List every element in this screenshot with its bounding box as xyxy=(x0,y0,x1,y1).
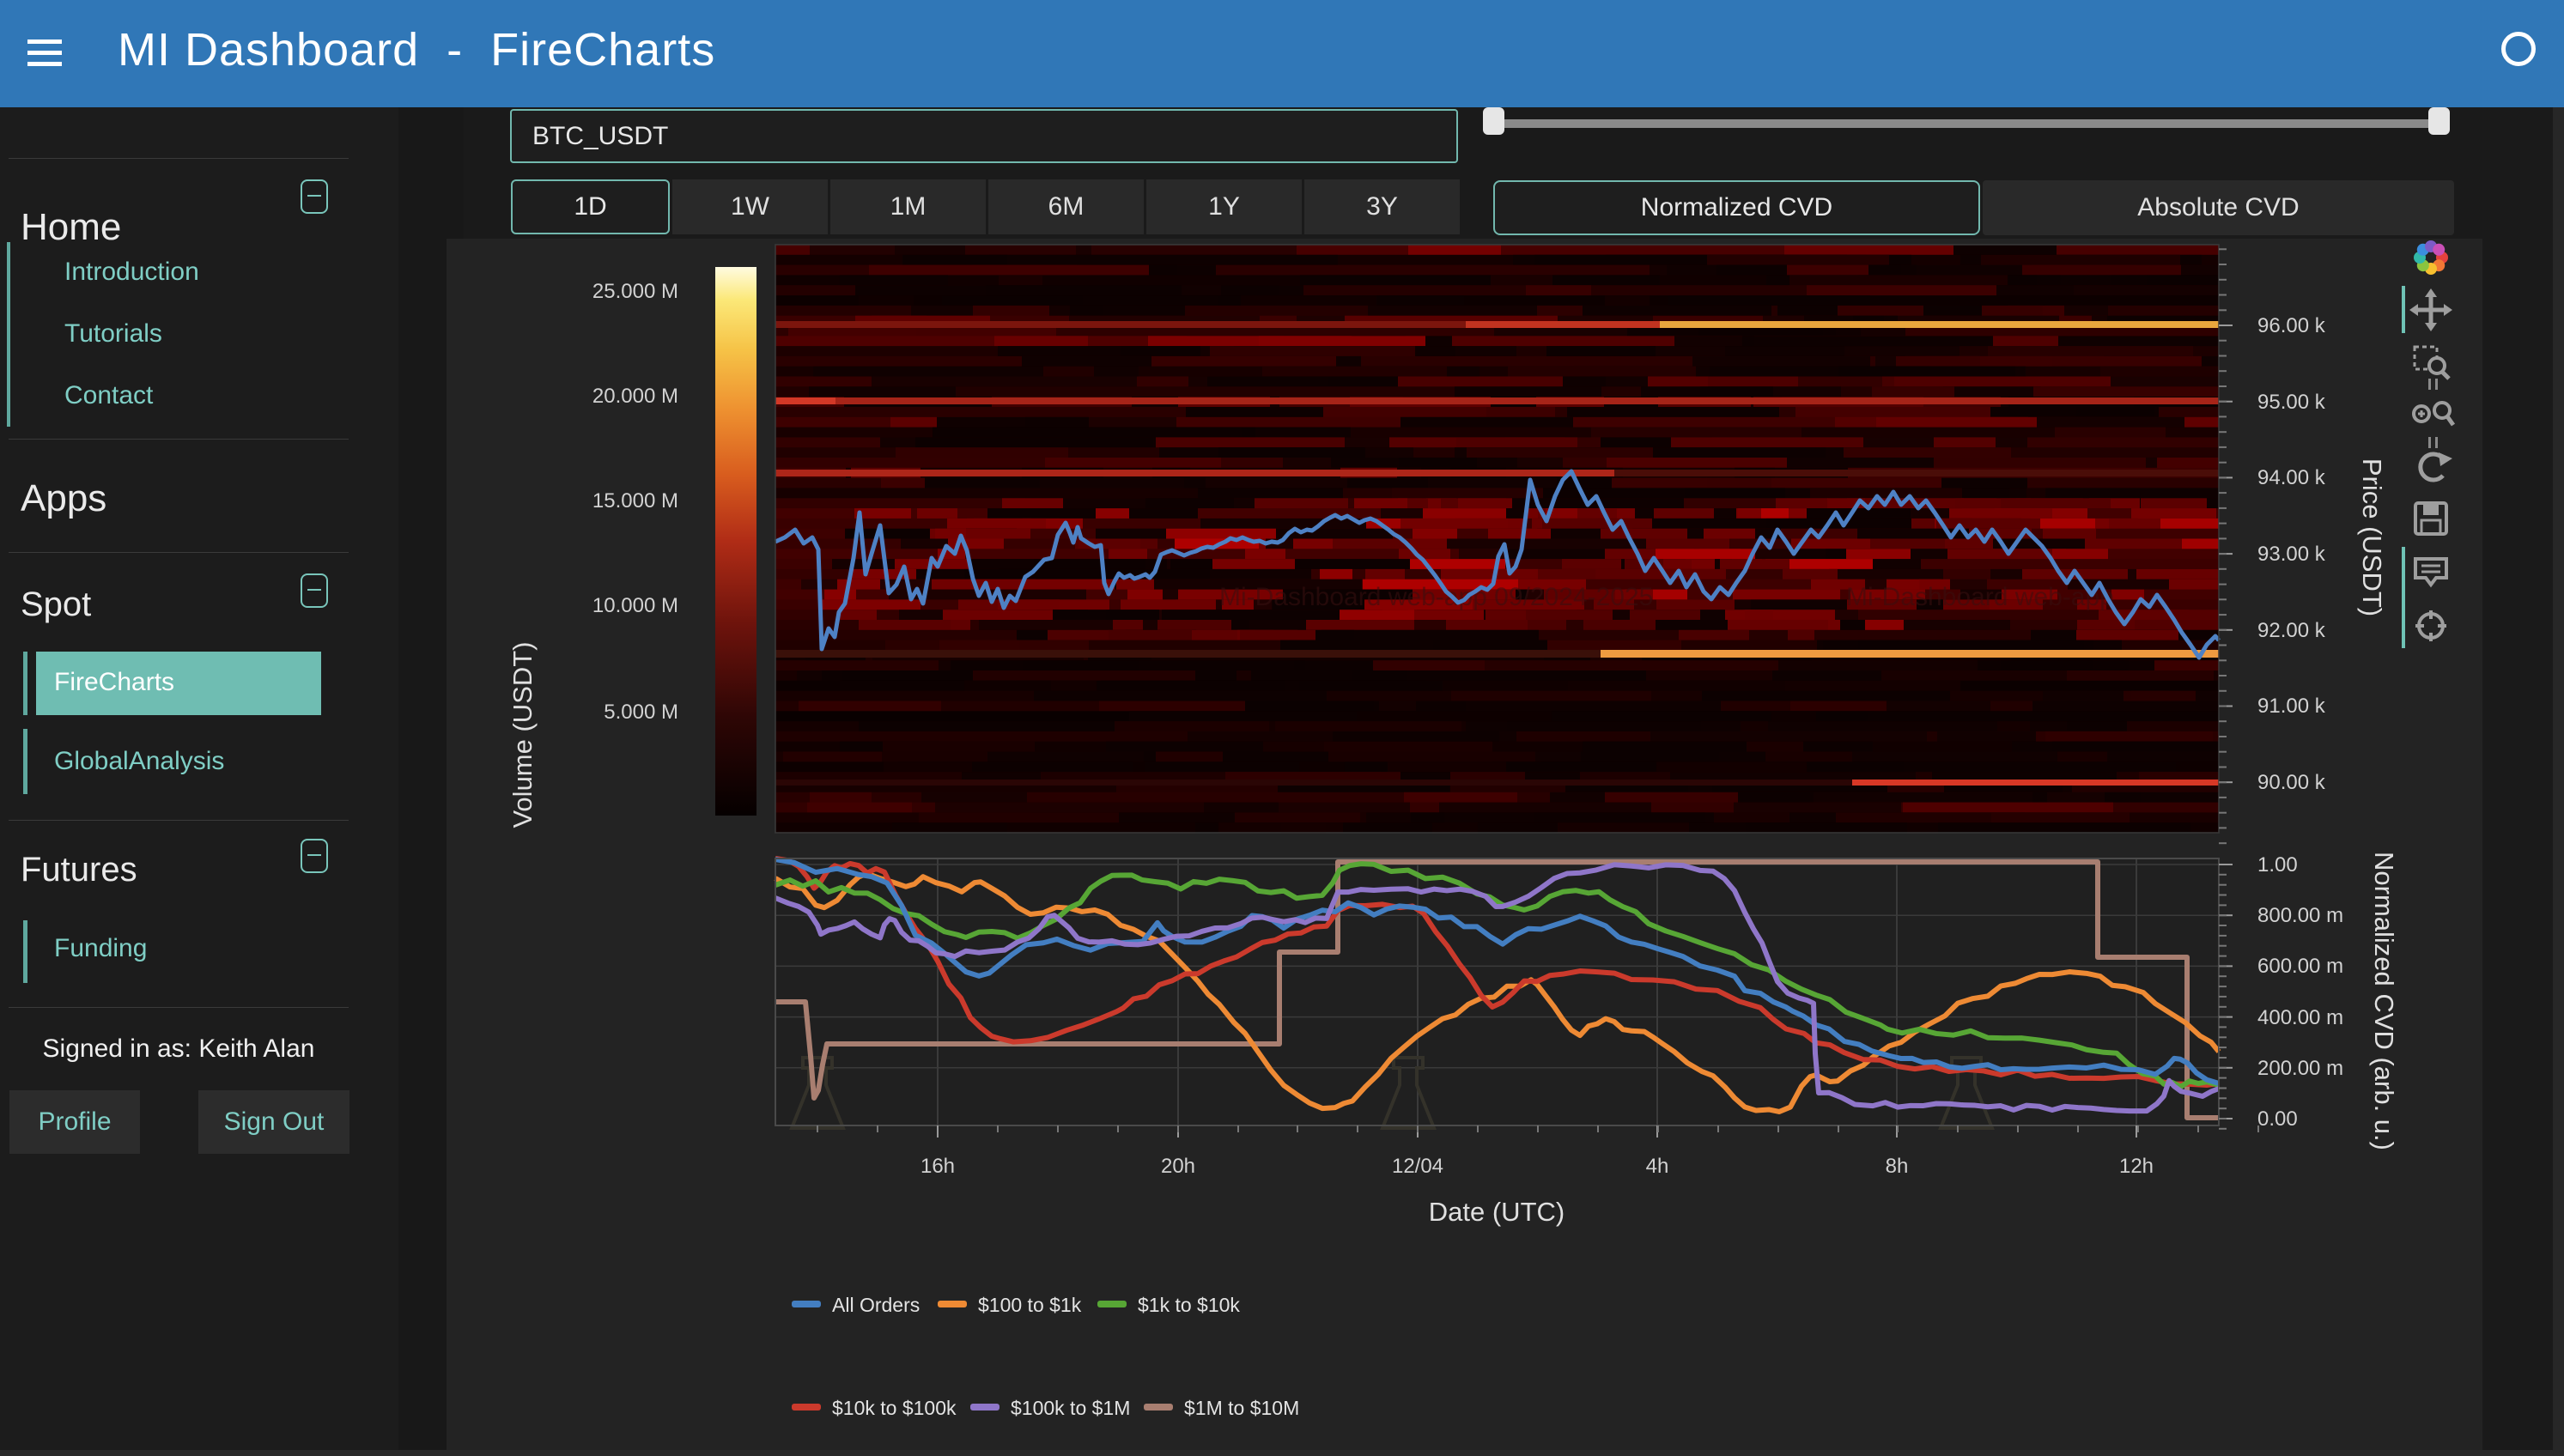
svg-text:0.00: 0.00 xyxy=(2257,1107,2298,1131)
svg-text:12/04: 12/04 xyxy=(1392,1155,1443,1178)
svg-text:$10k to $100k: $10k to $100k xyxy=(832,1397,957,1419)
svg-text:90.00 k: 90.00 k xyxy=(2257,771,2326,794)
svg-text:20.000 M: 20.000 M xyxy=(592,385,678,408)
svg-text:95.00 k: 95.00 k xyxy=(2257,391,2326,414)
svg-text:Mi-Dashboard web-app: Mi-Dashboard web-app xyxy=(1846,583,2114,611)
svg-text:400.00 m: 400.00 m xyxy=(2257,1006,2343,1029)
svg-text:12h: 12h xyxy=(2119,1155,2154,1178)
svg-text:25.000 M: 25.000 M xyxy=(592,280,678,303)
svg-text:All Orders: All Orders xyxy=(832,1294,920,1316)
svg-text:Volume (USDT): Volume (USDT) xyxy=(507,641,538,828)
svg-text:$1k to $10k: $1k to $10k xyxy=(1138,1294,1240,1316)
svg-text:200.00 m: 200.00 m xyxy=(2257,1057,2343,1080)
svg-text:94.00 k: 94.00 k xyxy=(2257,466,2326,489)
svg-text:93.00 k: 93.00 k xyxy=(2257,543,2326,566)
svg-text:96.00 k: 96.00 k xyxy=(2257,314,2326,337)
svg-text:92.00 k: 92.00 k xyxy=(2257,619,2326,642)
svg-text:91.00 k: 91.00 k xyxy=(2257,695,2326,718)
svg-text:Price (USDT): Price (USDT) xyxy=(2357,458,2387,616)
svg-text:8h: 8h xyxy=(1886,1155,1909,1178)
svg-text:Date (UTC): Date (UTC) xyxy=(1429,1197,1565,1227)
svg-text:10.000 M: 10.000 M xyxy=(592,594,678,617)
svg-text:Mi-Dashboard web-app 09/2024: Mi-Dashboard web-app 09/2024-2025 xyxy=(1219,583,1653,611)
svg-text:1.00: 1.00 xyxy=(2257,853,2298,877)
svg-text:16h: 16h xyxy=(920,1155,955,1178)
svg-text:15.000 M: 15.000 M xyxy=(592,489,678,513)
svg-text:$1M to $10M: $1M to $10M xyxy=(1184,1397,1299,1419)
svg-text:$100k to $1M: $100k to $1M xyxy=(1011,1397,1130,1419)
svg-text:$100 to $1k: $100 to $1k xyxy=(978,1294,1082,1316)
svg-text:600.00 m: 600.00 m xyxy=(2257,955,2343,978)
svg-text:800.00 m: 800.00 m xyxy=(2257,904,2343,927)
svg-text:20h: 20h xyxy=(1161,1155,1195,1178)
svg-text:4h: 4h xyxy=(1646,1155,1669,1178)
svg-text:5.000 M: 5.000 M xyxy=(604,701,678,724)
svg-text:Normalized CVD (arb. u.): Normalized CVD (arb. u.) xyxy=(2369,852,2399,1150)
